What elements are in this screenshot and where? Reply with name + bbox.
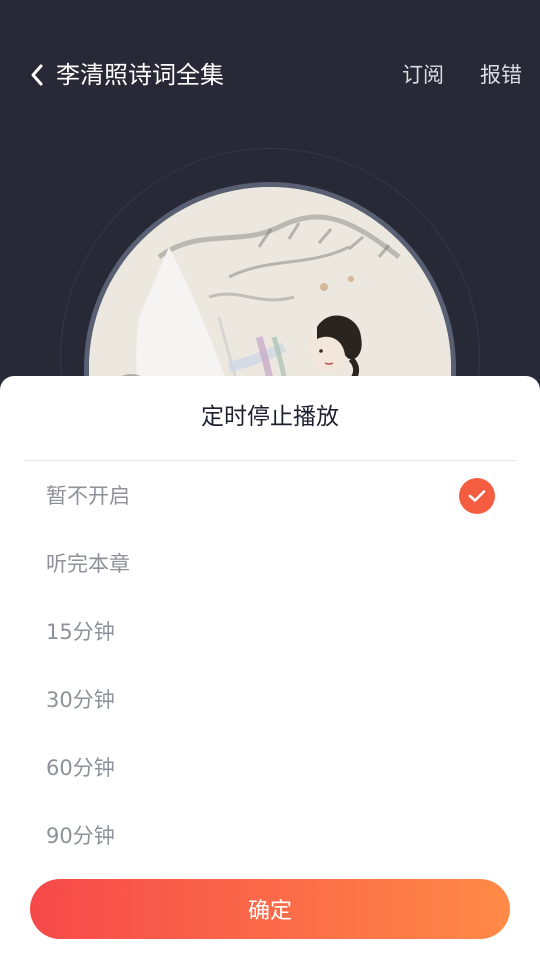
subscribe-button[interactable]: 订阅 (402, 61, 444, 89)
option-label: 15分钟 (46, 620, 115, 644)
timer-option-15min[interactable]: 15分钟 (0, 598, 540, 666)
player-screen: 李清照诗词全集 订阅 报错 定时停止播放 暂不开启 听完本章 15分钟 30分钟… (0, 0, 540, 960)
timer-option-off[interactable]: 暂不开启 (0, 462, 540, 530)
option-label: 暂不开启 (46, 484, 130, 508)
sheet-title: 定时停止播放 (201, 404, 339, 430)
report-error-button[interactable]: 报错 (480, 61, 522, 89)
chevron-left-icon (31, 64, 43, 86)
sleep-timer-sheet: 定时停止播放 暂不开启 听完本章 15分钟 30分钟 60分钟 90分钟 确定 (0, 376, 540, 960)
confirm-button[interactable]: 确定 (30, 879, 510, 939)
timer-option-30min[interactable]: 30分钟 (0, 666, 540, 734)
top-bar: 李清照诗词全集 订阅 报错 (0, 44, 540, 106)
option-label: 30分钟 (46, 688, 115, 712)
page-title: 李清照诗词全集 (56, 61, 224, 89)
timer-option-90min[interactable]: 90分钟 (0, 802, 540, 870)
timer-option-end-of-chapter[interactable]: 听完本章 (0, 530, 540, 598)
back-button[interactable] (22, 58, 52, 92)
divider (24, 460, 516, 461)
timer-option-60min[interactable]: 60分钟 (0, 734, 540, 802)
option-label: 90分钟 (46, 824, 115, 848)
option-label: 听完本章 (46, 552, 130, 576)
checkmark-icon (459, 478, 495, 514)
option-label: 60分钟 (46, 756, 115, 780)
